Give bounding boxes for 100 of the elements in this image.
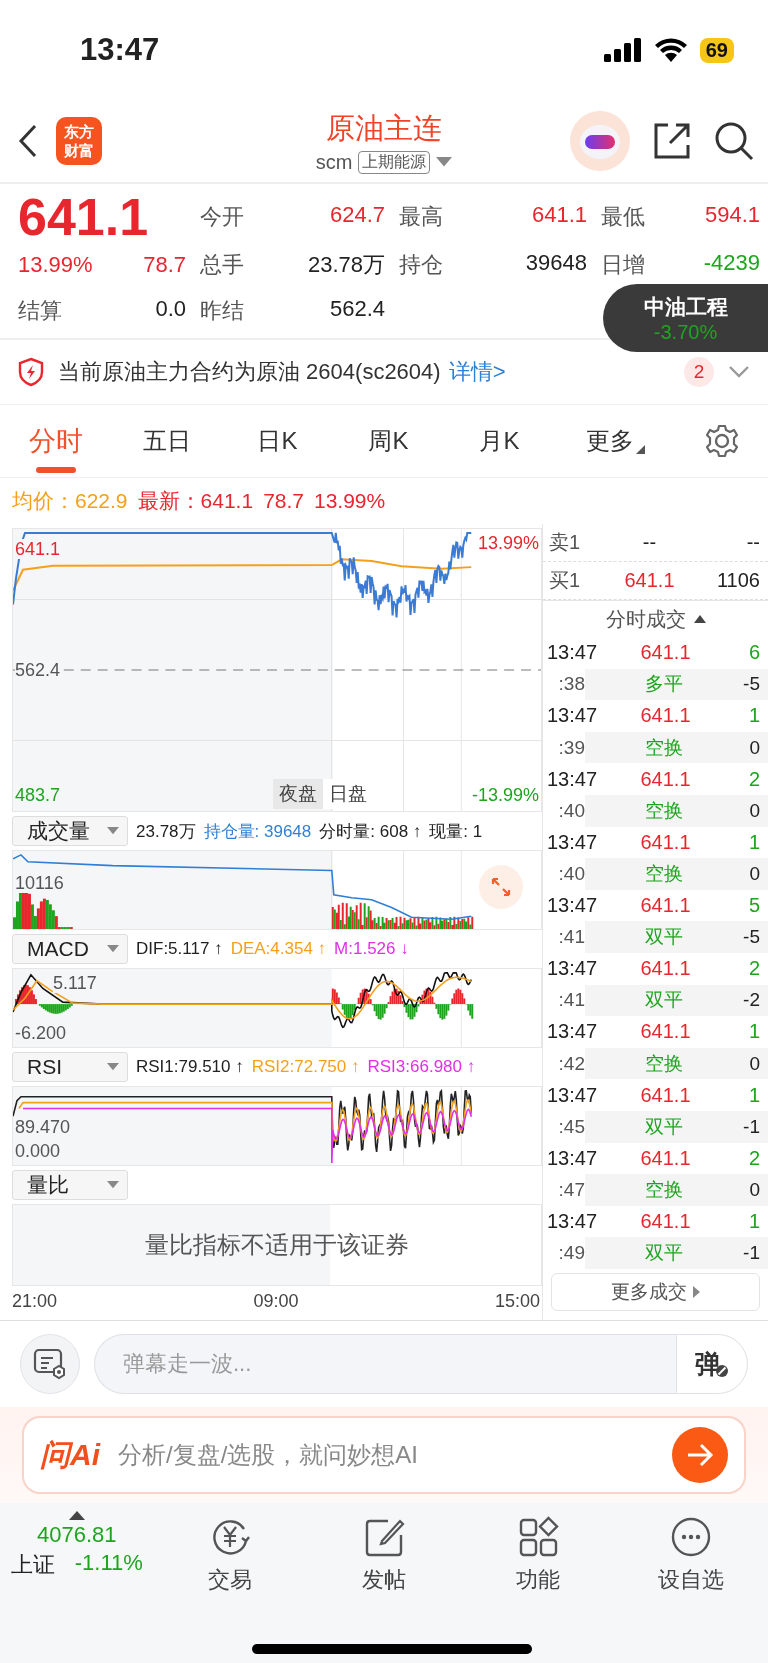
indicator-readout: RSI3:66.980 ↑ (367, 1057, 476, 1077)
field-value: 594.1 (704, 202, 760, 229)
field-value: 39648 (525, 250, 587, 277)
session-toggle[interactable]: 夜盘 (273, 779, 323, 809)
change-percent: 13.99% (314, 489, 386, 513)
field-label: 结算 (18, 297, 62, 325)
trade-time: 13:47 (547, 957, 599, 981)
field-value: 641.1 (531, 202, 587, 229)
field-label: 日增 (601, 251, 645, 279)
position-change: 0 (748, 799, 760, 822)
wifi-icon (653, 38, 688, 62)
period-tab[interactable]: 分时 (0, 405, 111, 477)
indicator-dropdown[interactable]: MACD (12, 934, 128, 964)
chevron-down-icon[interactable] (728, 365, 750, 379)
trade-volume: 1 (747, 830, 760, 854)
danmaku-toggle-button[interactable]: 弹 (676, 1334, 748, 1394)
back-icon[interactable] (18, 124, 38, 158)
share-icon[interactable] (652, 121, 692, 161)
trade-volume: 1 (747, 704, 760, 728)
corner-triangle-icon (635, 445, 645, 454)
period-tab[interactable]: 月K (444, 405, 555, 477)
trade-seconds: :39 (557, 736, 585, 759)
details-link[interactable]: 详情> (448, 357, 506, 387)
indicator-dropdown[interactable]: RSI (12, 1052, 128, 1082)
sort-up-icon[interactable] (693, 615, 706, 623)
popup-title: 中油工程 (643, 293, 728, 320)
expand-icon[interactable] (479, 865, 523, 909)
trade-price: 641.1 (639, 704, 692, 728)
trade-seconds: :38 (557, 673, 585, 696)
trade-type: 空换 (643, 861, 684, 886)
ai-search-bar[interactable]: 问Ai 分析/复盘/选股，就问妙想AI (22, 1416, 746, 1494)
indicator-readout: 分时量: 608 ↑ (319, 820, 422, 843)
period-tab[interactable]: 周K (333, 405, 444, 477)
nav-item[interactable]: 交易 (153, 1511, 308, 1599)
field-value: 562.4 (329, 296, 385, 323)
settings-icon[interactable] (703, 423, 740, 459)
trade-type: 多平 (643, 672, 684, 697)
battery-level: 69 (699, 37, 734, 63)
order-price: -- (641, 531, 658, 554)
trade-seconds: :49 (557, 1242, 585, 1265)
trade-price: 641.1 (639, 830, 692, 854)
ai-input[interactable]: 分析/复盘/选股，就问妙想AI (116, 1440, 656, 1470)
period-tab[interactable]: 更多 (555, 405, 675, 477)
more-trades-button[interactable]: 更多成交 (551, 1272, 760, 1311)
time-label: 21:00 (12, 1290, 58, 1312)
field-value: 23.78万 (307, 251, 385, 279)
change-value: 78.7 (263, 489, 304, 513)
trade-time: 13:47 (547, 1083, 599, 1107)
axis-label: 10116 (15, 873, 64, 893)
search-icon[interactable] (714, 121, 754, 161)
field-value: 0.0 (155, 296, 186, 323)
trade-type: 双平 (643, 1114, 684, 1139)
indicator-readout: M:1.526 ↓ (334, 939, 409, 959)
trade-volume: 5 (747, 894, 760, 918)
caret-icon (107, 945, 119, 953)
field-label: 昨结 (200, 297, 244, 325)
trade-type: 空换 (643, 1177, 684, 1202)
trade-type: 空换 (643, 735, 684, 760)
field-value: -4239 (703, 250, 760, 277)
trade-seconds: :41 (557, 989, 585, 1012)
position-change: -1 (742, 1115, 760, 1138)
robot-avatar-icon[interactable] (570, 111, 630, 171)
indicator-readout: 现量: 1 (429, 820, 483, 843)
stock-popup[interactable]: 中油工程 -3.70% (603, 284, 768, 352)
nav-item[interactable]: 设自选 (614, 1511, 768, 1599)
send-button[interactable] (672, 1427, 728, 1483)
trade-volume: 1 (747, 1020, 760, 1044)
contract-code: scm (315, 150, 353, 174)
period-tab[interactable]: 五日 (111, 405, 222, 477)
indicator-readout: DIF:5.117 ↑ (136, 939, 223, 959)
period-tab[interactable]: 日K (222, 405, 333, 477)
position-change: 0 (748, 1052, 760, 1075)
trade-time: 13:47 (547, 641, 599, 665)
trade-seconds: :40 (557, 799, 585, 822)
trade-time: 13:47 (547, 1146, 599, 1170)
nav-item[interactable]: 功能 (460, 1511, 615, 1599)
count-badge: 2 (684, 357, 714, 387)
trade-price: 641.1 (639, 1146, 692, 1170)
danmaku-input[interactable]: 弹幕走一波... (94, 1334, 676, 1394)
axis-label: 13.99% (477, 533, 539, 553)
trade-seconds: :47 (557, 1178, 585, 1201)
trade-volume: 6 (747, 641, 760, 665)
time-label: 15:00 (494, 1290, 540, 1312)
trade-time: 13:47 (547, 1210, 599, 1233)
index-name: 上证 (10, 1551, 55, 1579)
position-change: -1 (742, 1242, 760, 1265)
trade-volume: 1 (747, 1083, 760, 1107)
trade-price: 641.1 (639, 1210, 692, 1233)
indicator-dropdown[interactable]: 成交量 (12, 816, 128, 846)
nav-item[interactable]: 发帖 (307, 1511, 461, 1599)
position-change: 0 (748, 1178, 760, 1201)
field-label: 最高 (399, 203, 443, 231)
trade-time: 13:47 (547, 830, 599, 854)
change-percent: 13.99% (18, 252, 93, 278)
caret-icon (107, 1063, 119, 1071)
trade-time: 13:47 (547, 704, 599, 728)
indicator-dropdown[interactable]: 量比 (12, 1170, 128, 1200)
caret-up-icon[interactable] (68, 1511, 85, 1520)
caret-right-icon (693, 1285, 700, 1298)
axis-label: 0.000 (15, 1141, 61, 1161)
